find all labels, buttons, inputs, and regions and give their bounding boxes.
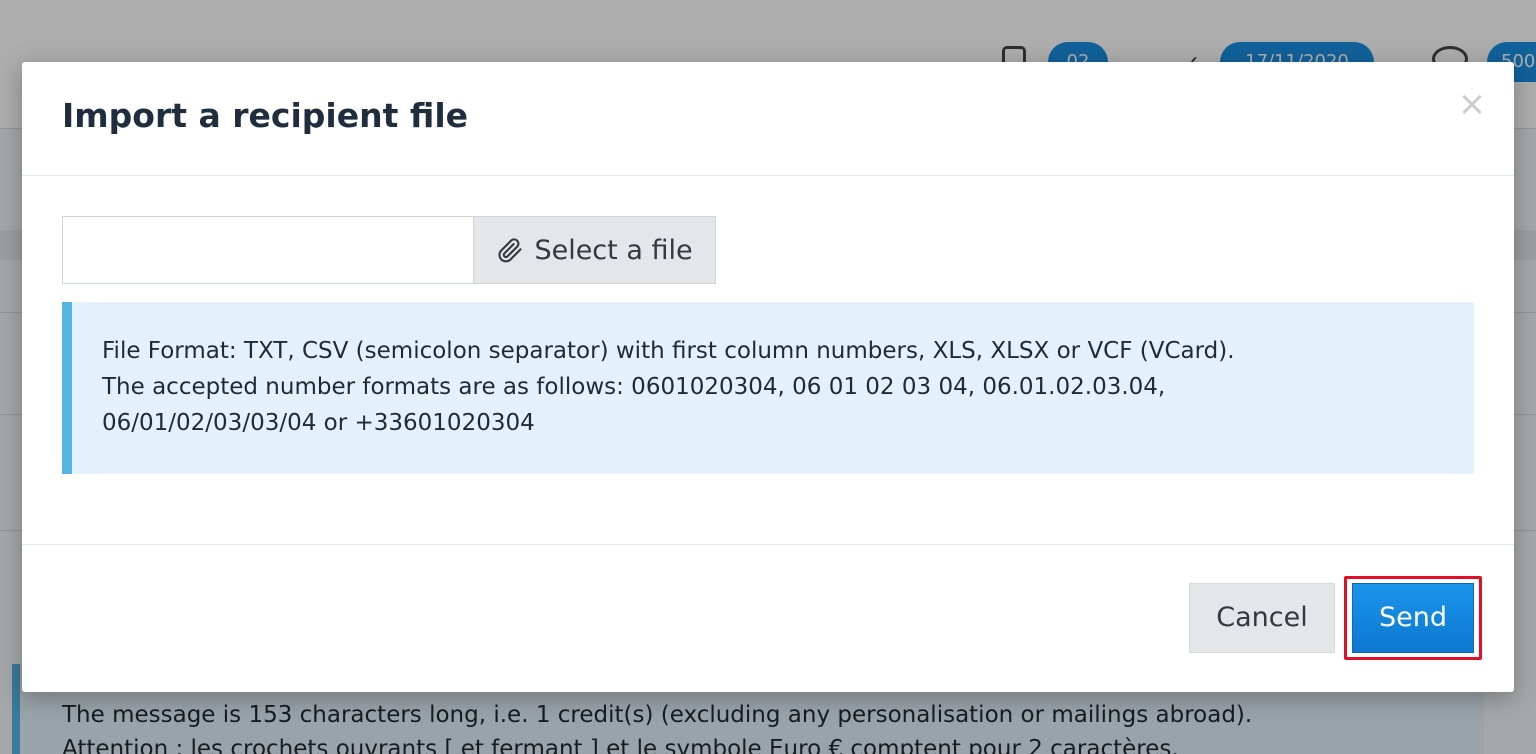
info-line: File Format: TXT, CSV (semicolon separat… [102, 338, 1235, 364]
modal-title: Import a recipient file [62, 96, 469, 135]
import-recipient-modal: Import a recipient file × Select a file … [22, 62, 1514, 692]
file-format-info: File Format: TXT, CSV (semicolon separat… [62, 302, 1474, 474]
close-icon[interactable]: × [1452, 84, 1492, 124]
file-path-input[interactable] [62, 216, 474, 284]
info-line: The accepted number formats are as follo… [102, 374, 1166, 400]
modal-footer-divider [22, 544, 1514, 545]
info-line: 06/01/02/03/03/04 or +33601020304 [102, 410, 535, 436]
send-button[interactable]: Send [1352, 583, 1474, 653]
cancel-button[interactable]: Cancel [1189, 583, 1335, 653]
modal-header: Import a recipient file × [22, 62, 1514, 176]
file-picker: Select a file [62, 216, 716, 284]
select-file-label: Select a file [534, 234, 693, 266]
select-file-button[interactable]: Select a file [473, 216, 716, 284]
paperclip-icon [498, 238, 522, 263]
